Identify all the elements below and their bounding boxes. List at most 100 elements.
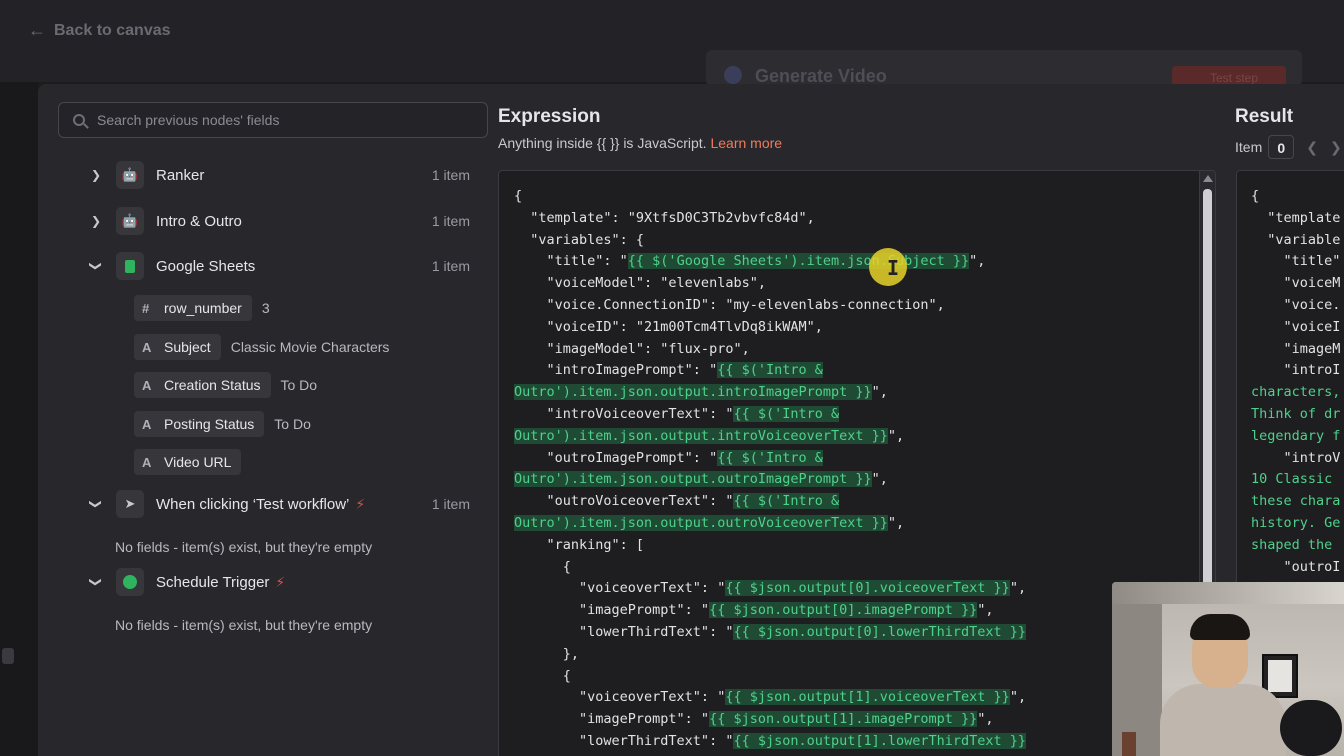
code-line[interactable]: "imagePrompt": "{{ $json.output[1].image…	[514, 709, 1215, 731]
code-line[interactable]: {	[514, 557, 1215, 579]
code-expression: {{ $json.output[1].voiceoverText }}	[725, 689, 1010, 706]
code-line[interactable]: "voiceModel": "elevenlabs",	[514, 273, 1215, 295]
trigger-bolt-icon: ⚡	[355, 495, 366, 512]
result-line: these chara	[1251, 493, 1341, 510]
node-row-schedule-trigger[interactable]: ❯ Schedule Trigger ⚡	[88, 568, 470, 596]
field-pill[interactable]: A Video URL	[134, 449, 242, 475]
code-line[interactable]: "voiceoverText": "{{ $json.output[0].voi…	[514, 578, 1215, 600]
field-pill[interactable]: # row_number	[134, 295, 252, 321]
field-pill[interactable]: A Creation Status	[134, 372, 271, 398]
chevron-down-icon[interactable]: ❯	[89, 574, 103, 590]
code-text: ",	[1009, 580, 1027, 597]
empty-fields-message: No fields - item(s) exist, but they're e…	[115, 617, 373, 633]
node-row-ranker[interactable]: ❯ 🤖 Ranker 1 item	[88, 161, 470, 189]
field-row-number[interactable]: # row_number 3	[134, 295, 270, 321]
webcam-wall	[1112, 604, 1162, 756]
chevron-down-icon[interactable]: ❯	[89, 496, 103, 512]
number-type-icon: #	[142, 300, 150, 316]
code-text: ",	[977, 602, 994, 619]
code-text: "ranking": [	[514, 536, 645, 553]
result-line: Think of dr	[1251, 405, 1341, 422]
code-line[interactable]: "voiceoverText": "{{ $json.output[1].voi…	[514, 687, 1215, 709]
field-pill[interactable]: A Subject	[134, 334, 221, 360]
node-label: Ranker	[156, 166, 205, 184]
pointer-icon: ➤	[116, 490, 144, 518]
code-line[interactable]: "voiceID": "21m00Tcm4TlvDq8ikWAM",	[514, 317, 1215, 339]
code-text: ",	[887, 514, 905, 531]
item-index-input[interactable]: 0	[1268, 135, 1295, 159]
node-row-google-sheets[interactable]: ❯ Google Sheets 1 item	[88, 252, 470, 280]
back-to-canvas-link[interactable]: ← Back to canvas	[28, 20, 171, 41]
expression-code-editor[interactable]: { "template": "9XtfsD0C3Tb2vbvfc84d", "v…	[498, 170, 1216, 756]
expression-title: Expression	[498, 106, 601, 127]
code-content[interactable]: { "template": "9XtfsD0C3Tb2vbvfc84d", "v…	[499, 171, 1215, 753]
code-line[interactable]: "template": "9XtfsD0C3Tb2vbvfc84d",	[514, 208, 1215, 230]
result-line: "imageM	[1251, 340, 1341, 357]
node-row-manual-trigger[interactable]: ❯ ➤ When clicking ‘Test workflow’ ⚡ 1 it…	[88, 490, 470, 518]
result-line: "voiceM	[1251, 275, 1341, 292]
webcam-person-body	[1160, 684, 1286, 756]
result-line: 10 Classic	[1251, 471, 1333, 488]
code-expression: {{ $('Intro &	[717, 449, 823, 466]
code-line[interactable]: Outro').item.json.output.introImagePromp…	[514, 382, 1215, 404]
code-line[interactable]: "voice.ConnectionID": "my-elevenlabs-con…	[514, 295, 1215, 317]
field-name: row_number	[164, 300, 242, 316]
scroll-up-icon[interactable]	[1203, 175, 1213, 182]
code-line[interactable]: "variables": {	[514, 230, 1215, 252]
chevron-right-icon[interactable]: ❯	[1330, 139, 1342, 156]
code-line[interactable]: {	[514, 186, 1215, 208]
scroll-thumb[interactable]	[1203, 189, 1212, 629]
chevron-right-icon[interactable]: ❯	[88, 168, 104, 182]
code-text: "title": "	[514, 253, 628, 270]
code-line[interactable]: {	[514, 666, 1215, 688]
chevron-down-icon[interactable]: ❯	[89, 258, 103, 274]
empty-fields-message: No fields - item(s) exist, but they're e…	[115, 539, 373, 555]
field-pill[interactable]: A Posting Status	[134, 411, 265, 437]
result-line: "introV	[1251, 449, 1341, 466]
chevron-left-icon[interactable]: ❮	[1306, 139, 1318, 156]
code-text: "imageModel": "flux-pro",	[514, 340, 750, 357]
result-line: "template	[1251, 209, 1341, 226]
code-line[interactable]: "introVoiceoverText": "{{ $('Intro &	[514, 404, 1215, 426]
field-creation-status[interactable]: A Creation Status To Do	[134, 372, 317, 398]
code-line[interactable]: "title": "{{ $('Google Sheets').item.jso…	[514, 251, 1215, 273]
field-video-url[interactable]: A Video URL	[134, 449, 251, 475]
code-line[interactable]: Outro').item.json.output.introVoiceoverT…	[514, 426, 1215, 448]
code-line[interactable]: Outro').item.json.output.outroImagePromp…	[514, 469, 1215, 491]
webcam-person-hair	[1190, 614, 1250, 640]
code-text: "introVoiceoverText": "	[514, 405, 734, 422]
field-name: Creation Status	[164, 377, 261, 393]
field-value: To Do	[280, 377, 318, 393]
robot-icon: 🤖	[116, 207, 144, 235]
code-expression: Outro').item.json.output.introVoiceoverT…	[514, 427, 888, 444]
item-count: 1 item	[431, 213, 470, 229]
string-type-icon: A	[142, 454, 152, 470]
code-line[interactable]: Outro').item.json.output.outroVoiceoverT…	[514, 513, 1215, 535]
code-line[interactable]: "lowerThirdText": "{{ $json.output[0].lo…	[514, 622, 1215, 644]
field-posting-status[interactable]: A Posting Status To Do	[134, 411, 311, 437]
code-expression: {{ $json.output[0].voiceoverText }}	[725, 580, 1010, 597]
chevron-right-icon[interactable]: ❯	[88, 214, 104, 228]
result-line: "outroI	[1251, 558, 1341, 575]
search-fields[interactable]	[58, 102, 488, 138]
code-text: },	[514, 645, 580, 662]
code-line[interactable]: "outroVoiceoverText": "{{ $('Intro &	[514, 491, 1215, 513]
learn-more-link[interactable]: Learn more	[710, 135, 782, 151]
code-line[interactable]: "imageModel": "flux-pro",	[514, 339, 1215, 361]
code-text: "imagePrompt": "	[514, 711, 710, 728]
node-row-intro-outro[interactable]: ❯ 🤖 Intro & Outro 1 item	[88, 207, 470, 235]
code-line[interactable]: "introImagePrompt": "{{ $('Intro &	[514, 360, 1215, 382]
expression-hint: Anything inside {{ }} is JavaScript. Lea…	[498, 135, 782, 151]
code-line[interactable]: "outroImagePrompt": "{{ $('Intro &	[514, 448, 1215, 470]
code-line[interactable]: "ranking": [	[514, 535, 1215, 557]
result-line: history. Ge	[1251, 514, 1341, 531]
result-line: {	[1251, 188, 1260, 204]
code-line[interactable]: "lowerThirdText": "{{ $json.output[1].lo…	[514, 731, 1215, 753]
code-text: "voiceoverText": "	[514, 580, 726, 597]
result-line: "variable	[1251, 231, 1341, 248]
field-subject[interactable]: A Subject Classic Movie Characters	[134, 334, 389, 360]
code-line[interactable]: },	[514, 644, 1215, 666]
search-input[interactable]	[97, 112, 467, 128]
code-line[interactable]: "imagePrompt": "{{ $json.output[0].image…	[514, 600, 1215, 622]
webcam-lamp	[1122, 732, 1136, 756]
